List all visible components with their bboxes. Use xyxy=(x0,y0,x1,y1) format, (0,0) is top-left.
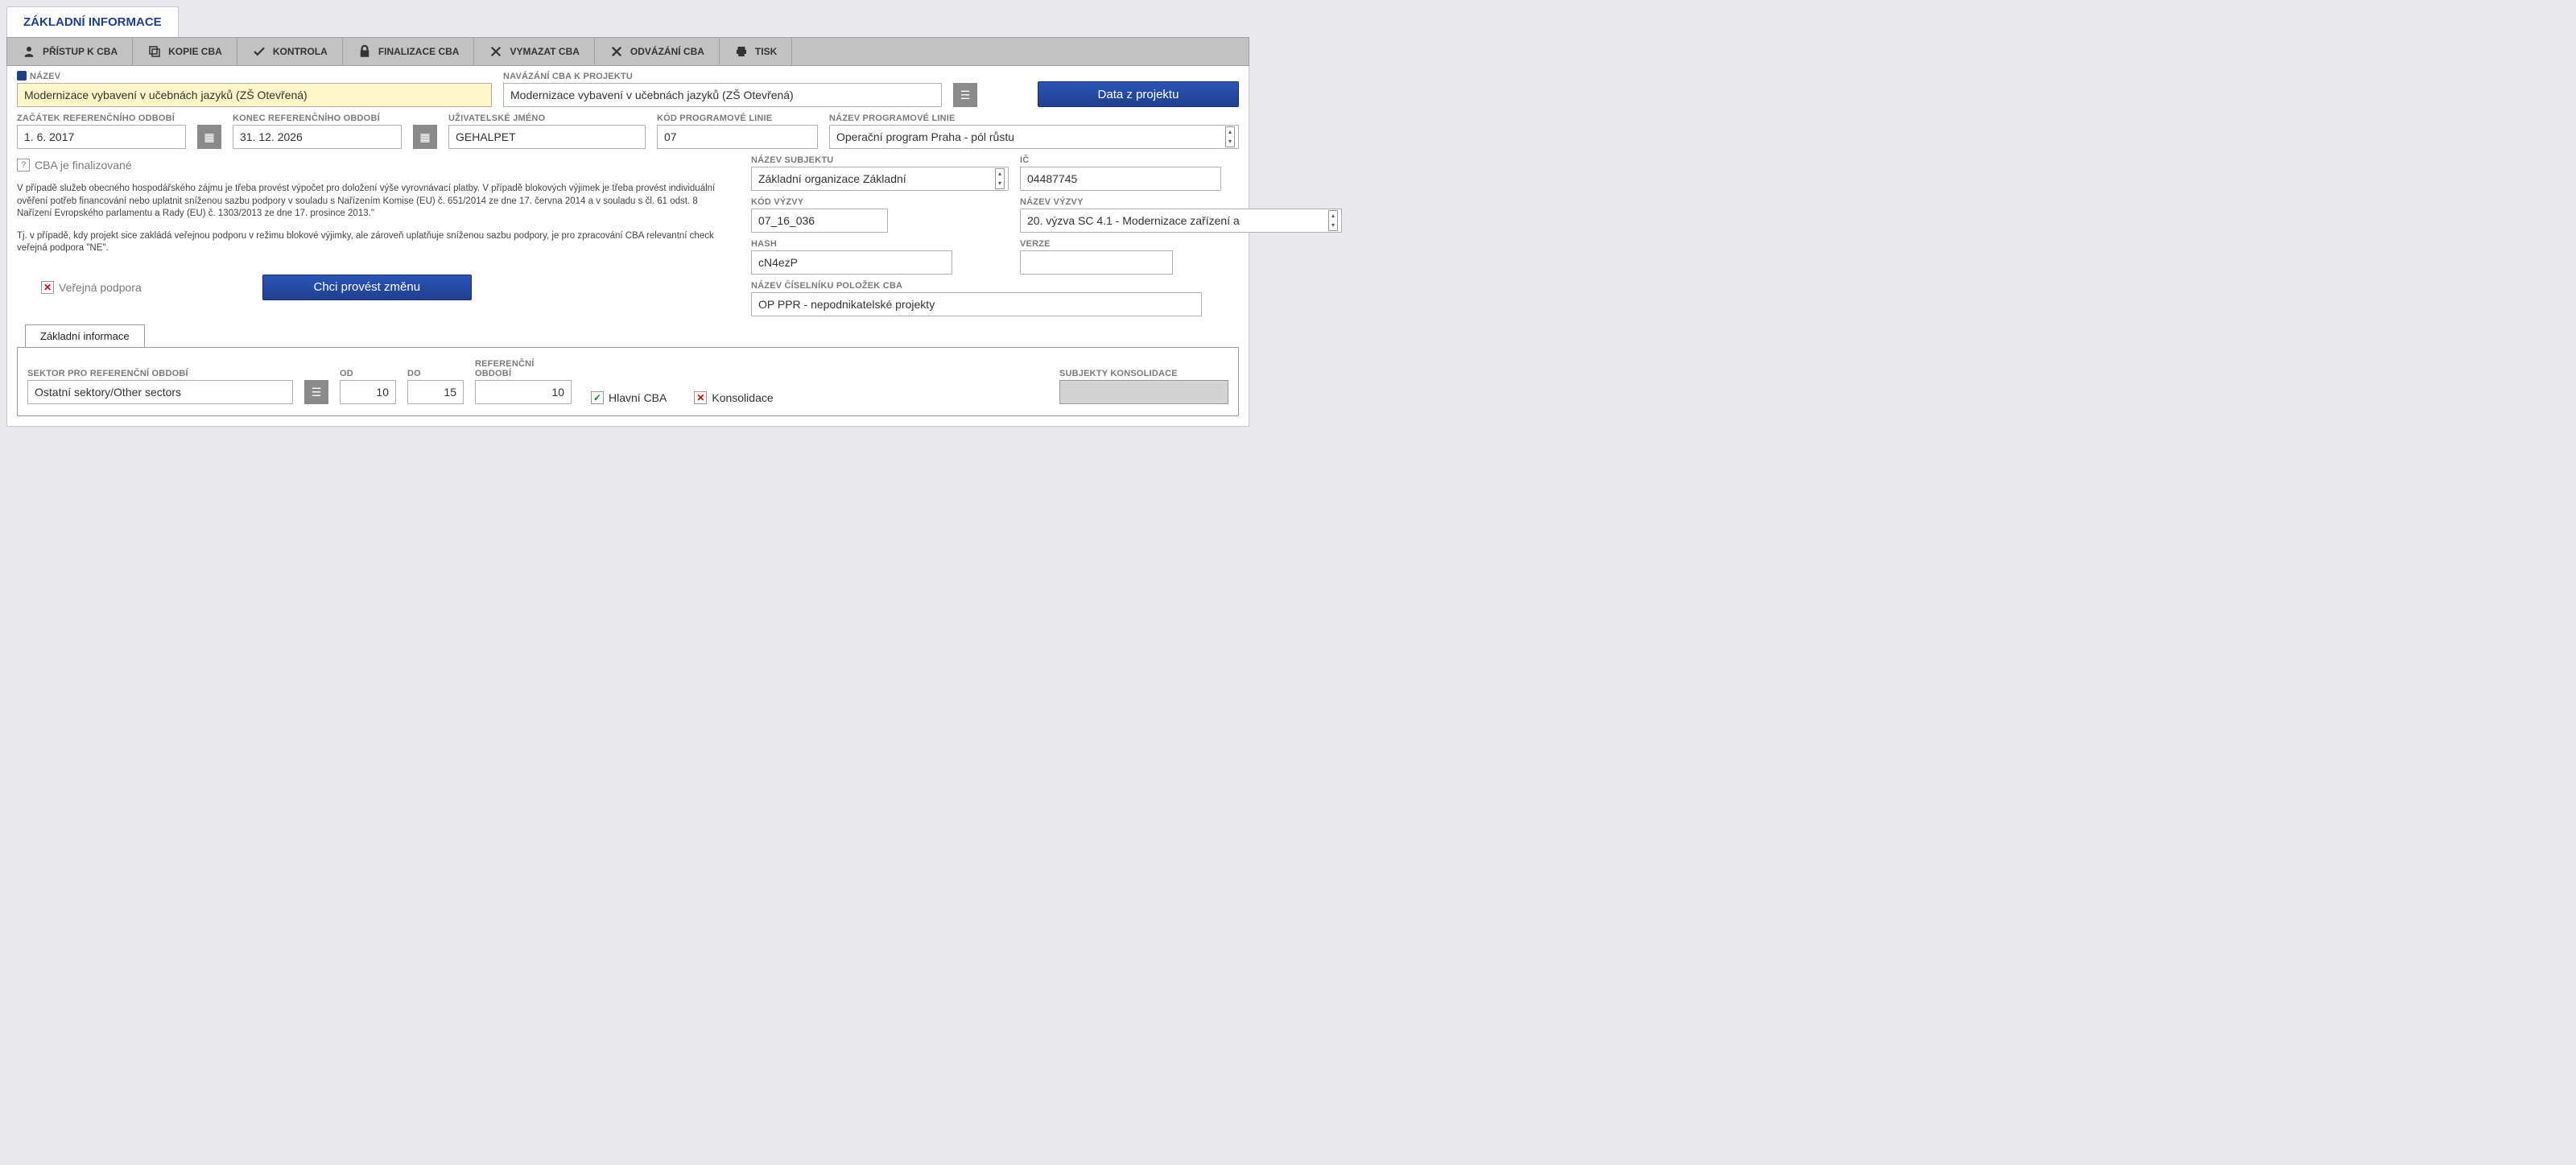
toolbar-label: VYMAZAT CBA xyxy=(510,46,579,57)
select-nazev-subjektu[interactable]: Základní organizace Základní ▴▾ xyxy=(751,167,1009,191)
checkbox-hlavni-cba[interactable]: ✓ xyxy=(591,391,604,404)
input-nazev-ciselniku[interactable] xyxy=(751,292,1202,316)
label-kod-linie: KÓD PROGRAMOVÉ LINIE xyxy=(657,114,818,123)
toolbar-label: KOPIE CBA xyxy=(168,46,222,57)
spinner-icon: ▴▾ xyxy=(1328,210,1338,231)
toolbar: PŘÍSTUP K CBA KOPIE CBA KONTROLA FINALIZ… xyxy=(6,37,1249,66)
list-icon: ☰ xyxy=(960,89,971,102)
label-zacatek: ZAČÁTEK REFERENČNÍHO ODBOBÍ xyxy=(17,114,186,123)
label-konsolidace: Konsolidace xyxy=(712,391,773,404)
x-icon xyxy=(609,44,624,59)
calendar-icon: ▦ xyxy=(204,130,214,144)
label-kod-vyzvy: KÓD VÝZVY xyxy=(751,197,1009,207)
label-do: DO xyxy=(407,369,464,378)
label-nazev-subjektu: NÁZEV SUBJEKTU xyxy=(751,155,1009,165)
x-icon xyxy=(489,44,503,59)
input-nazev[interactable] xyxy=(17,83,492,107)
lock-icon xyxy=(357,44,372,59)
input-konec[interactable] xyxy=(233,125,402,149)
select-nazev-vyzvy[interactable]: 20. výzva SC 4.1 - Modernizace zařízení … xyxy=(1020,209,1342,233)
help-icon[interactable]: ? xyxy=(17,159,30,171)
list-button-sektor[interactable]: ☰ xyxy=(304,380,328,404)
label-uzivatel: UŽIVATELSKÉ JMÉNO xyxy=(448,114,646,123)
calendar-button-zacatek[interactable]: ▦ xyxy=(197,125,221,149)
toolbar-label: PŘÍSTUP K CBA xyxy=(43,46,118,57)
toolbar-label: ODVÁZÁNÍ CBA xyxy=(630,46,704,57)
input-kod-linie[interactable] xyxy=(657,125,818,149)
label-navazani: NAVÁZÁNÍ CBA K PROJEKTU xyxy=(503,72,942,81)
toolbar-label: FINALIZACE CBA xyxy=(378,46,460,57)
input-zacatek[interactable] xyxy=(17,125,186,149)
select-value: Operační program Praha - pól růstu xyxy=(836,130,1014,143)
input-navazani[interactable] xyxy=(503,83,942,107)
input-subjekty-kons xyxy=(1059,380,1228,404)
label-konec: KONEC REFERENČNÍHO OBDOBÍ xyxy=(233,114,402,123)
input-kod-vyzvy[interactable] xyxy=(751,209,888,233)
toolbar-label: KONTROLA xyxy=(273,46,328,57)
toolbar-access-cba[interactable]: PŘÍSTUP K CBA xyxy=(7,38,133,65)
select-value: Základní organizace Základní xyxy=(758,172,906,185)
list-button-navazani[interactable]: ☰ xyxy=(953,83,977,107)
toolbar-label: TISK xyxy=(755,46,777,57)
list-icon: ☰ xyxy=(312,386,322,399)
text-finalized: CBA je finalizované xyxy=(35,159,132,171)
select-value: 20. výzva SC 4.1 - Modernizace zařízení … xyxy=(1027,214,1240,227)
info-text-2: Tj. v případě, kdy projekt sice zakládá … xyxy=(17,230,725,255)
label-ref-obdobi: REFERENČNÍ OBDOBÍ xyxy=(475,359,572,378)
label-hash: HASH xyxy=(751,239,1009,249)
subtab-basic-info[interactable]: Základní informace xyxy=(25,324,145,347)
checkbox-verejna-podpora[interactable]: ✕ xyxy=(41,281,54,294)
label-od: OD xyxy=(340,369,396,378)
input-ref-obdobi[interactable] xyxy=(475,380,572,404)
input-sektor[interactable] xyxy=(27,380,293,404)
select-nazev-linie[interactable]: Operační program Praha - pól růstu ▴▾ xyxy=(829,125,1239,149)
checkbox-konsolidace[interactable]: ✕ xyxy=(694,391,707,404)
spinner-icon: ▴▾ xyxy=(995,168,1005,189)
label-sektor: SEKTOR PRO REFERENČNÍ OBDOBÍ xyxy=(27,369,293,378)
btn-zmena[interactable]: Chci provést změnu xyxy=(262,275,472,300)
toolbar-copy-cba[interactable]: KOPIE CBA xyxy=(133,38,237,65)
spinner-icon: ▴▾ xyxy=(1225,126,1235,147)
toolbar-finalize[interactable]: FINALIZACE CBA xyxy=(343,38,475,65)
label-nazev: NÁZEV xyxy=(17,71,492,81)
label-hlavni-cba: Hlavní CBA xyxy=(609,391,667,404)
input-hash[interactable] xyxy=(751,250,952,275)
info-text-1: V případě služeb obecného hospodářského … xyxy=(17,183,725,221)
toolbar-delete[interactable]: VYMAZAT CBA xyxy=(474,38,594,65)
input-uzivatel[interactable] xyxy=(448,125,646,149)
input-do[interactable] xyxy=(407,380,464,404)
toolbar-unbind[interactable]: ODVÁZÁNÍ CBA xyxy=(595,38,720,65)
toolbar-check[interactable]: KONTROLA xyxy=(237,38,343,65)
label-nazev-vyzvy: NÁZEV VÝZVY xyxy=(1020,197,1342,207)
people-icon xyxy=(22,44,36,59)
toolbar-print[interactable]: TISK xyxy=(720,38,792,65)
label-verze: VERZE xyxy=(1020,239,1342,249)
label-nazev-linie: NÁZEV PROGRAMOVÉ LINIE xyxy=(829,114,1239,123)
input-ic[interactable] xyxy=(1020,167,1221,191)
btn-data-projektu[interactable]: Data z projektu xyxy=(1038,81,1239,107)
check-icon xyxy=(252,44,266,59)
label-subjekty-kons: SUBJEKTY KONSOLIDACE xyxy=(1059,369,1228,378)
calendar-button-konec[interactable]: ▦ xyxy=(413,125,437,149)
label-ic: IČ xyxy=(1020,155,1342,165)
calendar-icon: ▦ xyxy=(419,130,430,144)
label-verejna-podpora: Veřejná podpora xyxy=(59,281,142,294)
copy-icon xyxy=(147,44,162,59)
input-od[interactable] xyxy=(340,380,396,404)
tab-basic-info[interactable]: ZÁKLADNÍ INFORMACE xyxy=(6,6,179,37)
label-nazev-ciselniku: NÁZEV ČÍSELNÍKU POLOŽEK CBA xyxy=(751,281,1342,291)
print-icon xyxy=(734,44,749,59)
input-verze[interactable] xyxy=(1020,250,1173,275)
